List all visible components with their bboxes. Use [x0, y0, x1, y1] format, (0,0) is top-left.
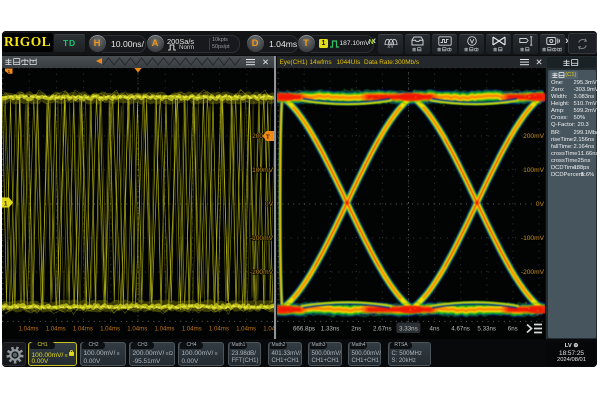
- svg-text:200mV: 200mV: [523, 133, 544, 140]
- svg-text:1.04ms: 1.04ms: [100, 326, 120, 333]
- svg-text:-100mV: -100mV: [520, 235, 544, 242]
- svg-text:4.67ns: 4.67ns: [451, 326, 470, 333]
- svg-text:1.33ns: 1.33ns: [320, 326, 339, 333]
- svg-text:1.04ms: 1.04ms: [127, 326, 147, 333]
- svg-text:1.04ms: 1.04ms: [155, 326, 175, 333]
- svg-text:0V: 0V: [265, 201, 274, 208]
- svg-text:-200mV: -200mV: [250, 269, 274, 276]
- svg-text:T: T: [266, 135, 270, 141]
- svg-text:3.33ns: 3.33ns: [399, 326, 418, 333]
- svg-text:1.04ms: 1.04ms: [19, 326, 39, 333]
- svg-text:1.04ms: 1.04ms: [236, 326, 256, 333]
- svg-text:-200mV: -200mV: [520, 269, 544, 276]
- svg-text:0V: 0V: [535, 201, 544, 208]
- svg-text:2ns: 2ns: [351, 326, 361, 333]
- svg-text:100mV: 100mV: [523, 167, 544, 174]
- svg-text:666.8ps: 666.8ps: [292, 326, 314, 333]
- svg-text:-100mV: -100mV: [250, 235, 274, 242]
- svg-text:1.04ms: 1.04ms: [73, 326, 93, 333]
- svg-text:2.67ns: 2.67ns: [373, 326, 392, 333]
- svg-text:1.04ms: 1.04ms: [182, 326, 202, 333]
- svg-text:4ns: 4ns: [429, 326, 439, 333]
- svg-text:1.04ms: 1.04ms: [209, 326, 229, 333]
- svg-text:1.04ms: 1.04ms: [46, 326, 66, 333]
- svg-text:100mV: 100mV: [252, 167, 273, 174]
- svg-text:1.04ms: 1.04ms: [263, 326, 274, 333]
- svg-text:6ns: 6ns: [507, 326, 517, 333]
- svg-text:5.33ns: 5.33ns: [477, 326, 496, 333]
